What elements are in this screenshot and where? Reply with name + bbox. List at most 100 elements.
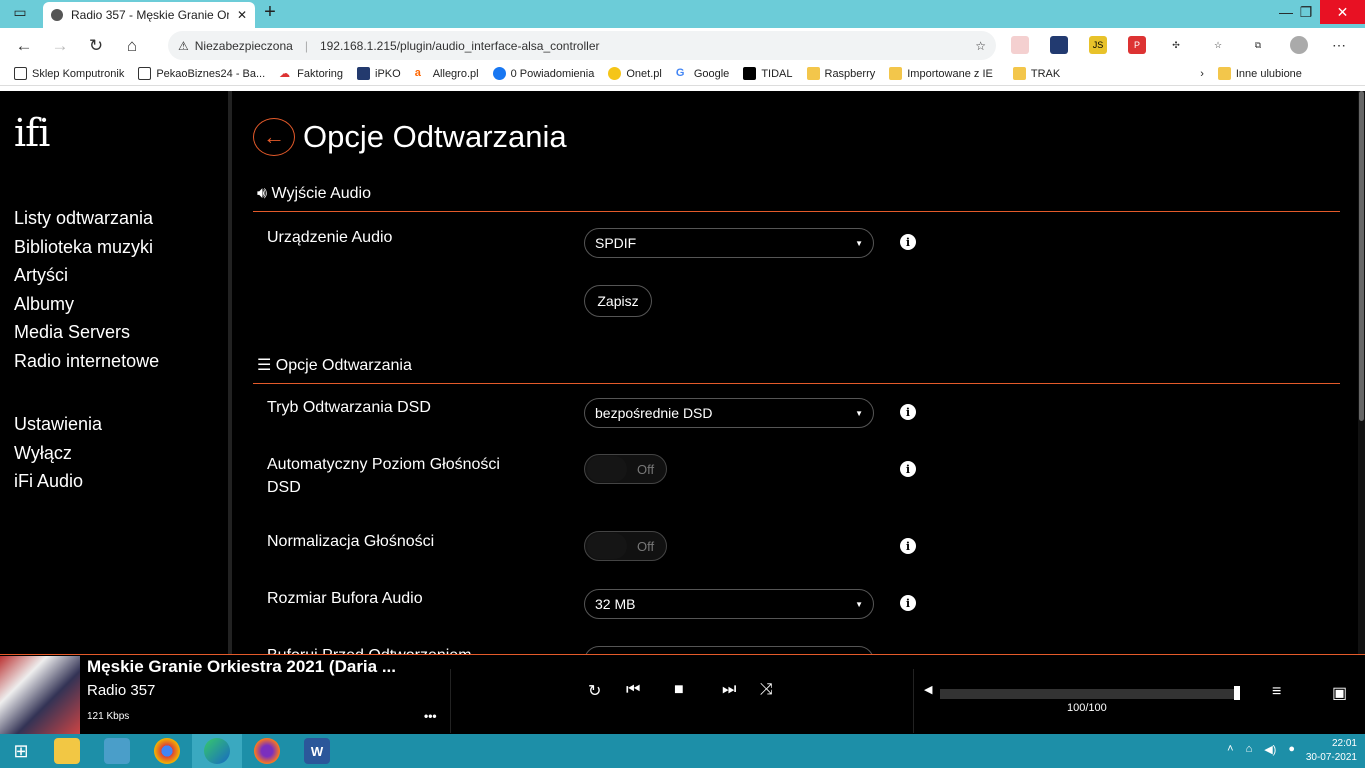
tidal-icon bbox=[743, 67, 757, 80]
auto-volume-toggle[interactable]: Off bbox=[584, 454, 667, 484]
bookmark-item[interactable]: Onet.pl bbox=[608, 67, 662, 80]
next-icon[interactable]: ⏭ bbox=[722, 681, 736, 699]
more-menu-icon[interactable]: ⋯ bbox=[1330, 36, 1348, 54]
shuffle-icon[interactable]: ⤨ bbox=[760, 681, 773, 699]
menu-item-media-servers[interactable]: Media Servers bbox=[14, 318, 159, 347]
close-tab-icon[interactable]: ✕ bbox=[237, 8, 247, 22]
firefox-icon bbox=[254, 738, 280, 764]
menu-item-library[interactable]: Biblioteka muzyki bbox=[14, 233, 159, 262]
info-icon[interactable]: i bbox=[900, 461, 916, 477]
toggle-state: Off bbox=[637, 538, 655, 554]
bookmark-item[interactable]: ☁ Faktoring bbox=[279, 67, 343, 81]
bookmark-item[interactable]: iPKO bbox=[357, 67, 401, 80]
facebook-icon bbox=[492, 67, 506, 80]
bookmark-folder[interactable]: Importowane z IE bbox=[889, 67, 993, 80]
dsd-mode-label: Tryb Odtwarzania DSD bbox=[267, 399, 431, 416]
close-window-icon[interactable]: ✕ bbox=[1320, 0, 1365, 24]
taskbar-app[interactable] bbox=[42, 734, 92, 768]
stop-icon[interactable]: ■ bbox=[674, 681, 684, 699]
buffer-size-select[interactable]: 32 MB ▼ bbox=[584, 589, 874, 619]
album-cover[interactable] bbox=[0, 656, 80, 734]
back-arrow-icon[interactable]: ← bbox=[253, 118, 295, 156]
extensions-puzzle-icon[interactable]: ✣ bbox=[1167, 36, 1185, 54]
info-icon[interactable]: i bbox=[900, 538, 916, 554]
start-button[interactable]: ⊞ bbox=[0, 734, 42, 768]
forward-icon[interactable]: → bbox=[42, 30, 78, 62]
toggle-knob bbox=[587, 456, 627, 482]
taskbar-app[interactable] bbox=[242, 734, 292, 768]
extension-pdf-icon[interactable]: P bbox=[1128, 36, 1146, 54]
volume-thumb[interactable] bbox=[1234, 686, 1240, 700]
menu-item-playlists[interactable]: Listy odtwarzania bbox=[14, 204, 159, 233]
bookmark-item[interactable]: TIDAL bbox=[743, 67, 793, 80]
select-value: 32 MB bbox=[595, 596, 636, 612]
tray-up-icon[interactable]: ˄ bbox=[1227, 743, 1233, 756]
refresh-icon[interactable]: ↻ bbox=[78, 30, 114, 62]
word-icon: W bbox=[304, 738, 330, 764]
clock-time: 22:01 bbox=[1331, 738, 1357, 749]
save-button[interactable]: Zapisz bbox=[584, 285, 652, 317]
taskbar-app[interactable] bbox=[142, 734, 192, 768]
network-icon[interactable]: ⌂ bbox=[1246, 743, 1253, 756]
menu-item-radio[interactable]: Radio internetowe bbox=[14, 347, 159, 376]
extension-icon[interactable] bbox=[1050, 36, 1068, 54]
taskbar-app[interactable] bbox=[192, 734, 242, 768]
home-icon[interactable]: ⌂ bbox=[114, 30, 150, 62]
back-icon[interactable]: ← bbox=[6, 30, 42, 62]
volume-tray-icon[interactable]: ◀) bbox=[1264, 743, 1276, 756]
repeat-icon[interactable]: ↻ bbox=[588, 681, 601, 701]
menu-item-albums[interactable]: Albumy bbox=[14, 290, 159, 319]
menu-item-settings[interactable]: Ustawienia bbox=[14, 410, 102, 439]
bookmark-item[interactable]: PekaoBiznes24 - Ba... bbox=[138, 67, 265, 80]
queue-icon[interactable]: ≡ bbox=[1272, 683, 1281, 701]
menu-item-ifi-audio[interactable]: iFi Audio bbox=[14, 467, 102, 496]
bookmark-item[interactable]: 0 Powiadomienia bbox=[492, 67, 594, 80]
volume-icon[interactable]: ◀ bbox=[924, 683, 932, 696]
system-clock[interactable]: 22:01 30-07-2021 bbox=[1306, 737, 1357, 765]
bookmark-folder[interactable]: Raspberry bbox=[806, 67, 875, 80]
bookmarks-overflow-icon[interactable]: › bbox=[1200, 68, 1204, 80]
ifi-logo[interactable]: ifi bbox=[14, 111, 50, 155]
info-icon[interactable]: i bbox=[900, 404, 916, 420]
favorite-star-icon[interactable]: ☆ bbox=[975, 39, 986, 53]
bookmark-item[interactable]: Sklep Komputronik bbox=[14, 67, 124, 80]
prebuffer-select[interactable] bbox=[584, 646, 874, 654]
dsd-mode-select[interactable]: bezpośrednie DSD ▼ bbox=[584, 398, 874, 428]
audio-device-select[interactable]: SPDIF ▼ bbox=[584, 228, 874, 258]
browser-tab[interactable]: Radio 357 - Męskie Granie Orkie ✕ bbox=[43, 2, 255, 28]
bookmark-folder[interactable]: Inne ulubione bbox=[1217, 67, 1302, 80]
favorites-icon[interactable]: ☆ bbox=[1209, 36, 1227, 54]
auto-volume-label: Automatyczny Poziom Głośności DSD bbox=[267, 456, 500, 496]
menu-item-shutdown[interactable]: Wyłącz bbox=[14, 439, 102, 468]
extension-icon[interactable] bbox=[1011, 36, 1029, 54]
more-options-icon[interactable]: ••• bbox=[424, 709, 437, 723]
taskbar-app[interactable]: W bbox=[292, 734, 342, 768]
volume-slider[interactable] bbox=[940, 686, 1240, 700]
extension-js-icon[interactable]: JS bbox=[1089, 36, 1107, 54]
bookmarks-bar: Sklep Komputronik PekaoBiznes24 - Ba... … bbox=[0, 64, 1365, 86]
library-icon[interactable]: ▣ bbox=[1332, 683, 1347, 703]
scrollbar-thumb[interactable] bbox=[1359, 91, 1364, 421]
profile-avatar-icon[interactable] bbox=[1290, 36, 1308, 54]
sliders-icon: ☰ bbox=[257, 357, 272, 374]
bookmark-item[interactable]: a Allegro.pl bbox=[415, 67, 479, 80]
page-scrollbar[interactable] bbox=[1358, 91, 1365, 654]
collections-icon[interactable]: ⧉ bbox=[1249, 36, 1267, 54]
info-icon[interactable]: i bbox=[900, 595, 916, 611]
normalize-toggle[interactable]: Off bbox=[584, 531, 667, 561]
menu-item-artists[interactable]: Artyści bbox=[14, 261, 159, 290]
tab-bar: ▭ Radio 357 - Męskie Granie Orkie ✕ + — … bbox=[0, 0, 1365, 28]
bookmark-item[interactable]: G Google bbox=[676, 67, 729, 80]
page-icon bbox=[14, 67, 27, 80]
url-separator: | bbox=[304, 38, 308, 53]
url-field[interactable]: ⚠ Niezabezpieczona | 192.168.1.215/plugi… bbox=[168, 31, 996, 60]
tray-app-icon[interactable]: ● bbox=[1288, 743, 1295, 756]
new-tab-icon[interactable]: + bbox=[250, 0, 290, 24]
info-icon[interactable]: i bbox=[900, 234, 916, 250]
settings-panel: ← Opcje Odtwarzania 🔊︎ Wyjście Audio Urz… bbox=[228, 91, 1358, 654]
address-bar-row: ← → ↻ ⌂ ⚠ Niezabezpieczona | 192.168.1.2… bbox=[0, 28, 1365, 64]
previous-icon[interactable]: ⏮ bbox=[626, 681, 640, 699]
bookmark-folder[interactable]: TRAK bbox=[1012, 67, 1060, 80]
taskbar-app[interactable] bbox=[92, 734, 142, 768]
tab-actions-icon[interactable]: ▭ bbox=[0, 0, 40, 24]
